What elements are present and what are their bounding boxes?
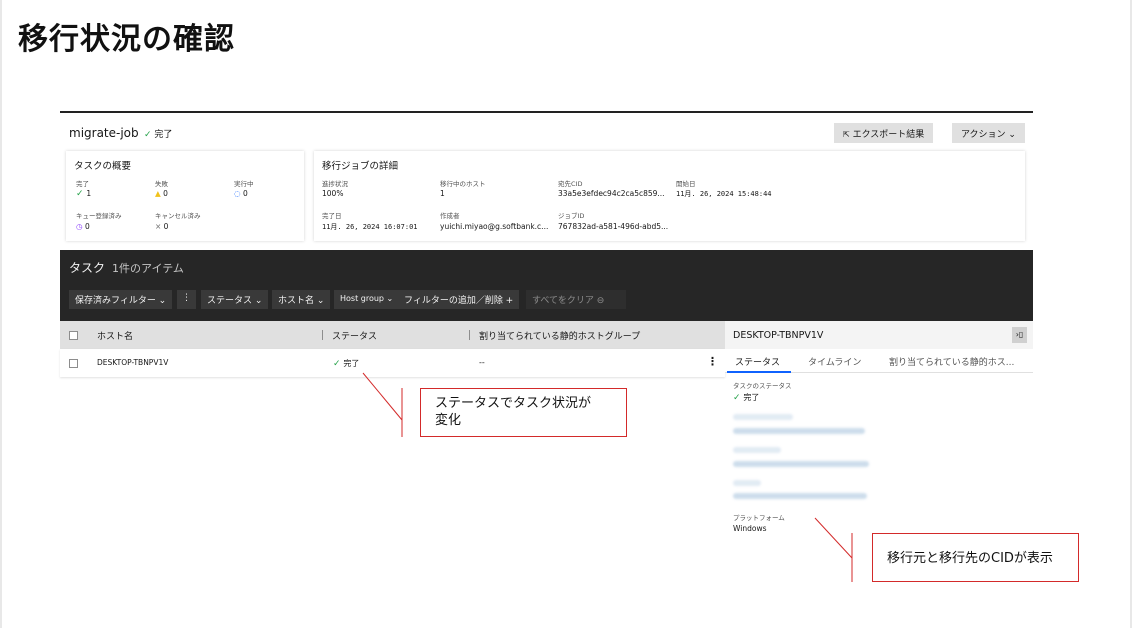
- callout-cid-display: 移行元と移行先のCIDが表示: [872, 533, 1079, 582]
- callout-line-1: ステータスでタスク状況が: [435, 396, 592, 411]
- callout-cid-text: 移行元と移行先のCIDが表示: [887, 551, 1053, 566]
- callout-pointer: [362, 372, 403, 421]
- callout-pointer: [814, 517, 853, 559]
- callout-status-change: ステータスでタスク状況が 変化: [420, 388, 627, 437]
- callout-line-2: 変化: [435, 413, 462, 428]
- slide: 移行状況の確認 migrate-job ✓ 完了 ⇱ エクスポート結果 アクショ…: [0, 0, 1132, 628]
